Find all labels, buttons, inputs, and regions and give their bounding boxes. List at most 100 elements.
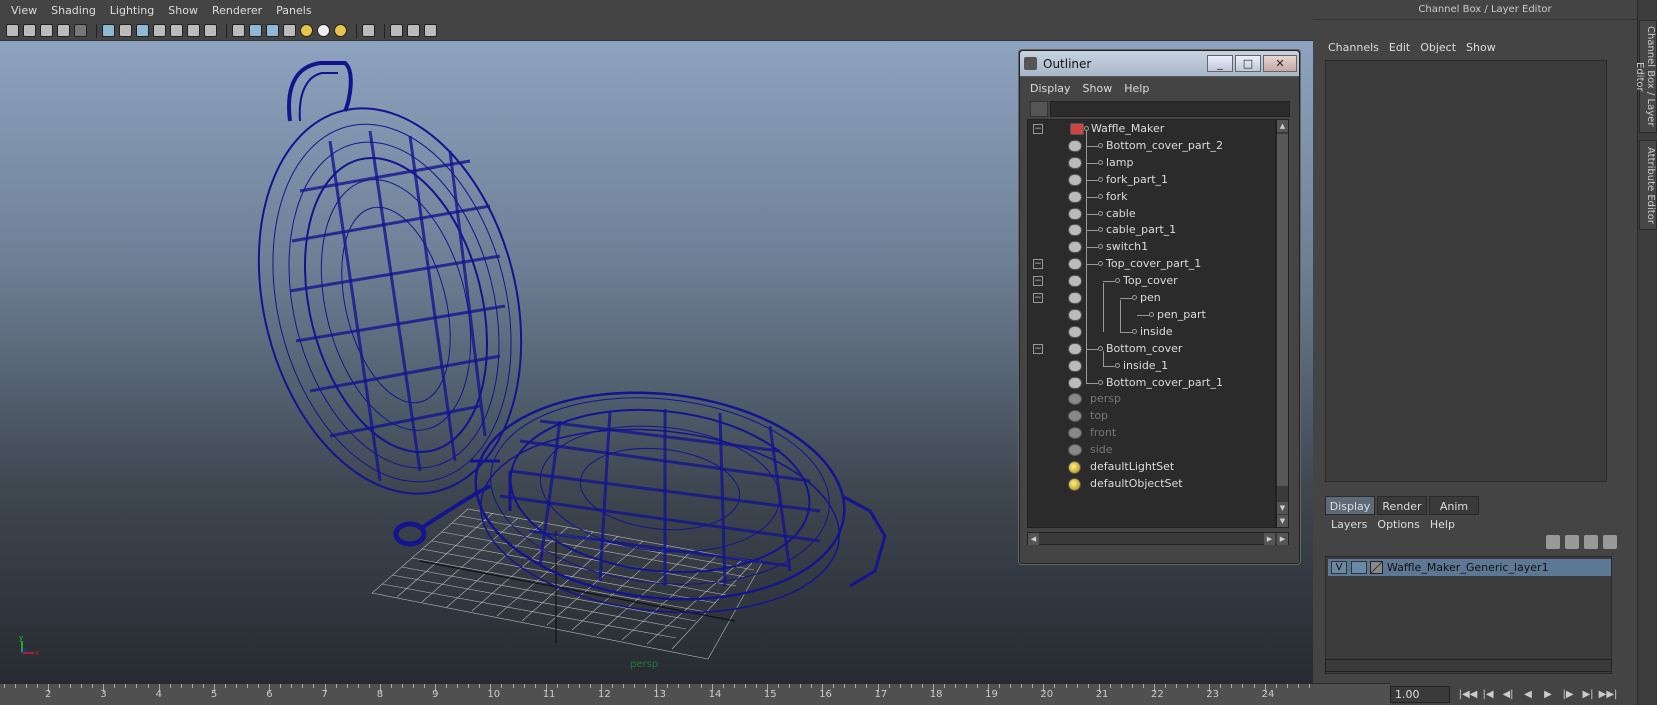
textured-icon[interactable] <box>283 24 296 37</box>
ambient-occlusion-icon[interactable] <box>334 24 347 37</box>
wireframe-icon[interactable] <box>232 24 245 37</box>
scroll-thumb[interactable] <box>1277 134 1288 486</box>
outliner-item[interactable]: Bottom_cover_part_1 <box>1028 375 1277 392</box>
outliner-item[interactable]: defaultLightSet <box>1028 459 1277 476</box>
scroll-right-icon-2[interactable]: ▶ <box>1277 533 1288 545</box>
bookmark-icon[interactable] <box>40 24 53 37</box>
safe-title-icon[interactable] <box>204 24 217 37</box>
viewport-menu-shading[interactable]: Shading <box>48 4 99 17</box>
tab-render[interactable]: Render <box>1377 496 1427 515</box>
step-back-frame-icon[interactable]: ◀| <box>1498 688 1518 702</box>
expand-collapse-icon[interactable]: − <box>1033 343 1043 354</box>
expand-collapse-icon[interactable]: − <box>1033 293 1043 303</box>
outliner-item[interactable]: − pen <box>1028 290 1277 307</box>
outliner-item[interactable]: fork <box>1028 189 1277 206</box>
outliner-menu-show[interactable]: Show <box>1083 82 1113 95</box>
outliner-item[interactable]: − Bottom_cover <box>1028 341 1277 358</box>
channel-menu-edit[interactable]: Edit <box>1389 41 1410 54</box>
expand-collapse-icon[interactable]: − <box>1033 124 1043 134</box>
outliner-item[interactable]: lamp <box>1028 155 1277 172</box>
scroll-left-icon[interactable]: ◀ <box>1028 533 1039 545</box>
outliner-vertical-scrollbar[interactable]: ▲ ▼ ▼ <box>1276 119 1289 528</box>
viewport-menu-show[interactable]: Show <box>165 4 201 17</box>
outliner-menu-display[interactable]: Display <box>1030 82 1071 95</box>
use-all-lights-icon[interactable] <box>300 24 313 37</box>
filter-toggle-icon[interactable] <box>1030 101 1048 117</box>
smooth-shade-icon[interactable] <box>249 24 262 37</box>
isolate-select-icon[interactable] <box>362 24 375 37</box>
outliner-item[interactable]: fork_part_1 <box>1028 172 1277 189</box>
play-backward-icon[interactable]: ◀ <box>1518 688 1538 702</box>
play-forward-icon[interactable]: ▶ <box>1538 688 1558 702</box>
outliner-menu-help[interactable]: Help <box>1124 82 1149 95</box>
outliner-filter-input[interactable] <box>1050 101 1290 117</box>
layer-horizontal-scrollbar[interactable] <box>1325 659 1612 672</box>
outliner-item[interactable]: inside_1 <box>1028 358 1277 375</box>
channel-menu-object[interactable]: Object <box>1420 41 1456 54</box>
outliner-item[interactable]: top <box>1028 408 1277 425</box>
resolution-gate-icon[interactable] <box>136 24 149 37</box>
wireframe-on-shaded-icon[interactable] <box>266 24 279 37</box>
layer-visibility-toggle[interactable]: V <box>1331 561 1347 574</box>
move-layer-up-icon[interactable] <box>1546 535 1560 549</box>
field-chart-icon[interactable] <box>170 24 183 37</box>
scroll-down-icon[interactable]: ▼ <box>1277 502 1288 514</box>
outliner-horizontal-scrollbar[interactable]: ◀ ▶ ▶ <box>1027 532 1289 545</box>
layer-menu-layers[interactable]: Layers <box>1331 518 1367 531</box>
outliner-list[interactable]: − Waffle_Maker Bottom_cover_part_2 lamp fork… <box>1027 119 1276 528</box>
move-layer-down-icon[interactable] <box>1565 535 1579 549</box>
side-tab-channel-box[interactable]: Channel Box / Layer Editor <box>1634 20 1657 133</box>
outliner-item[interactable]: cable <box>1028 206 1277 223</box>
scroll-right-icon[interactable]: ▶ <box>1264 533 1275 545</box>
step-forward-key-icon[interactable]: ▶| <box>1578 688 1598 702</box>
outliner-item[interactable]: persp <box>1028 391 1277 408</box>
tab-anim[interactable]: Anim <box>1429 496 1479 515</box>
layer-row[interactable]: V Waffle_Maker_Generic_layer1 <box>1328 559 1611 576</box>
expand-collapse-icon[interactable]: − <box>1033 259 1043 270</box>
select-camera-icon[interactable] <box>6 24 19 37</box>
layer-menu-options[interactable]: Options <box>1377 518 1419 531</box>
current-frame-field[interactable]: 1.00 <box>1390 686 1450 703</box>
step-back-key-icon[interactable]: |◀ <box>1478 688 1498 702</box>
layer-list[interactable]: V Waffle_Maker_Generic_layer1 <box>1325 556 1612 674</box>
layer-color-swatch[interactable] <box>1370 561 1383 574</box>
outliner-item[interactable]: − Top_cover <box>1028 273 1277 290</box>
two-d-pan-icon[interactable] <box>74 24 87 37</box>
outliner-item[interactable]: defaultObjectSet <box>1028 476 1277 493</box>
outliner-titlebar[interactable]: Outliner _ □ ✕ <box>1020 51 1299 77</box>
outliner-item[interactable]: switch1 <box>1028 239 1277 256</box>
outliner-item[interactable]: inside <box>1028 324 1277 341</box>
outliner-item[interactable]: Bottom_cover_part_2 <box>1028 138 1277 155</box>
layer-menu-help[interactable]: Help <box>1430 518 1455 531</box>
safe-action-icon[interactable] <box>187 24 200 37</box>
xray-icon[interactable] <box>390 24 403 37</box>
outliner-item[interactable]: cable_part_1 <box>1028 222 1277 239</box>
close-button[interactable]: ✕ <box>1263 55 1297 72</box>
expand-collapse-icon[interactable]: − <box>1033 276 1043 287</box>
camera-attributes-icon[interactable] <box>23 24 36 37</box>
channel-menu-channels[interactable]: Channels <box>1328 41 1379 54</box>
outliner-item[interactable]: pen_part <box>1028 307 1277 324</box>
scroll-up-icon[interactable]: ▲ <box>1277 120 1288 132</box>
minimize-button[interactable]: _ <box>1207 55 1233 72</box>
create-layer-from-selected-icon[interactable] <box>1603 535 1617 549</box>
maximize-button[interactable]: □ <box>1235 55 1261 72</box>
image-plane-icon[interactable] <box>57 24 70 37</box>
viewport-menu-renderer[interactable]: Renderer <box>209 4 265 17</box>
outliner-item[interactable]: front <box>1028 425 1277 442</box>
shadows-icon[interactable] <box>317 24 330 37</box>
viewport-menu-panels[interactable]: Panels <box>273 4 314 17</box>
time-slider[interactable]: 2 3 4 5 6 7 8 9 10 11 12 13 14 15 16 17 18 19 20 21 22 23 24 <box>0 683 1390 705</box>
film-gate-icon[interactable] <box>119 24 132 37</box>
outliner-item[interactable]: side <box>1028 442 1277 459</box>
viewport-menu-view[interactable]: View <box>8 4 40 17</box>
outliner-item[interactable]: − Top_cover_part_1 <box>1028 256 1277 273</box>
create-empty-layer-icon[interactable] <box>1584 535 1598 549</box>
go-to-end-icon[interactable]: ▶▶| <box>1598 688 1618 702</box>
go-to-start-icon[interactable]: |◀◀ <box>1458 688 1478 702</box>
side-tab-attribute-editor[interactable]: Attribute Editor <box>1639 140 1657 230</box>
gate-mask-icon[interactable] <box>153 24 166 37</box>
xray-joints-icon[interactable] <box>407 24 420 37</box>
channel-menu-show[interactable]: Show <box>1466 41 1496 54</box>
layer-playback-toggle[interactable] <box>1351 561 1367 574</box>
